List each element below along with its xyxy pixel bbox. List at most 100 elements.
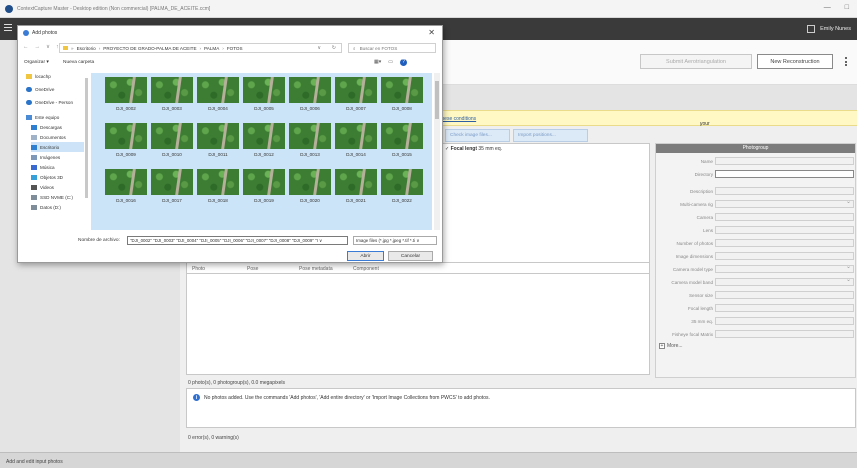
nav-item-escritorio[interactable]: Escritorio xyxy=(31,142,84,152)
organize-menu[interactable]: Organizar ▾ xyxy=(24,60,49,65)
nav-item-descargas[interactable]: Descargas xyxy=(31,122,84,132)
recent-locations-icon[interactable]: ∨ xyxy=(46,44,50,50)
folder-icon xyxy=(26,73,32,79)
close-icon[interactable]: ✕ xyxy=(428,28,435,37)
refresh-icon[interactable]: ↻ xyxy=(332,45,336,51)
menu-icon[interactable] xyxy=(4,24,12,34)
photo-thumbnail[interactable]: DJI_0016 xyxy=(105,169,147,205)
minimize-button[interactable]: — xyxy=(824,4,831,11)
breadcrumb-item[interactable]: PALMA xyxy=(204,46,219,51)
address-bar[interactable]: » Escritorio › PROYECTO DE GRADO-PALMA DE… xyxy=(59,43,342,53)
photo-thumbnail[interactable]: DJI_0009 xyxy=(105,123,147,159)
search-icon: ⌕ xyxy=(353,45,356,51)
photo-thumbnail[interactable]: DJI_0019 xyxy=(243,169,285,205)
more-toggle[interactable]: + More... xyxy=(659,343,683,349)
column-pose[interactable]: Pose xyxy=(247,266,258,272)
nav-item-imagenes[interactable]: Imágenes xyxy=(31,152,84,162)
nav-item-datos-d[interactable]: Datos (D:) xyxy=(31,202,84,212)
nav-item-label: Imágenes xyxy=(40,154,61,160)
photo-thumbnail[interactable]: DJI_0004 xyxy=(197,77,239,113)
nav-item-videos[interactable]: Videos xyxy=(31,182,84,192)
new-folder-button[interactable]: Nueva carpeta xyxy=(63,60,94,65)
music-icon xyxy=(31,164,37,170)
column-photo[interactable]: Photo xyxy=(192,266,205,272)
submit-aerotriangulation-button[interactable]: Submit Aerotriangulation xyxy=(640,54,752,69)
directory-field[interactable] xyxy=(715,170,854,178)
help-icon[interactable]: ? xyxy=(399,59,407,66)
open-button[interactable]: Abrir xyxy=(347,251,384,261)
search-placeholder: Buscar en FOTOS xyxy=(359,45,398,51)
lens-field[interactable] xyxy=(715,226,854,234)
image-dimensions-field[interactable] xyxy=(715,252,854,260)
photo-thumbnail[interactable]: DJI_0018 xyxy=(197,169,239,205)
photo-thumbnail[interactable]: DJI_0012 xyxy=(243,123,285,159)
photo-thumbnail[interactable]: DJI_0008 xyxy=(381,77,423,113)
search-input[interactable]: ⌕ Buscar en FOTOS xyxy=(348,43,436,53)
check-image-files-button[interactable]: Check image files... xyxy=(445,129,510,142)
photo-thumbnail[interactable]: DJI_0002 xyxy=(105,77,147,113)
photo-thumbnail[interactable]: DJI_0022 xyxy=(381,169,423,205)
filename-input[interactable]: "DJI_0002" "DJI_0003" "DJI_0004" "DJI_00… xyxy=(127,236,348,245)
cancel-button[interactable]: Cancelar xyxy=(388,251,433,261)
objects-3d-icon xyxy=(31,174,37,180)
column-component[interactable]: Component xyxy=(353,266,379,272)
file-list-scrollbar[interactable] xyxy=(434,73,440,230)
column-pose-metadata[interactable]: Pose metadata xyxy=(299,266,333,272)
file-type-dropdown[interactable]: Image files (*.jpg *.jpeg *.tif *.ti ∨ xyxy=(353,236,437,245)
name-field[interactable] xyxy=(715,157,854,165)
photo-thumbnail[interactable]: DJI_0020 xyxy=(289,169,331,205)
info-message: No photos added. Use the commands 'Add p… xyxy=(204,395,490,401)
nav-item-este-equipo[interactable]: Este equipo xyxy=(26,112,84,122)
preview-pane-icon[interactable]: ▭ xyxy=(388,59,393,66)
nav-item-musica[interactable]: Música xyxy=(31,162,84,172)
nav-item-objetos-3d[interactable]: Objetos 3D xyxy=(31,172,84,182)
maximize-button[interactable]: □ xyxy=(845,4,849,11)
photo-thumbnail[interactable]: DJI_0014 xyxy=(335,123,377,159)
more-options-icon[interactable] xyxy=(843,54,849,69)
camera-field[interactable] xyxy=(715,213,854,221)
nav-item-label: SSD NVME (C:) xyxy=(40,194,73,200)
nav-item-documentos[interactable]: Documentos xyxy=(31,132,84,142)
nav-item-ssd-c[interactable]: SSD NVME (C:) xyxy=(31,192,84,202)
address-dropdown-icon[interactable]: ∨ xyxy=(317,45,321,51)
pg-row-image-dimensions: Image dimensions xyxy=(656,252,855,261)
photo-thumbnail[interactable]: DJI_0015 xyxy=(381,123,423,159)
photo-thumbnail[interactable]: DJI_0017 xyxy=(151,169,193,205)
photo-preview xyxy=(197,169,239,195)
photo-thumbnail[interactable]: DJI_0007 xyxy=(335,77,377,113)
photo-thumbnail[interactable]: DJI_0003 xyxy=(151,77,193,113)
nav-pane-scrollbar[interactable] xyxy=(84,72,89,232)
nav-item-onedrive[interactable]: OneDrive xyxy=(26,84,84,94)
photo-thumbnail[interactable]: DJI_0006 xyxy=(289,77,331,113)
photo-filename: DJI_0020 xyxy=(300,198,320,203)
photo-thumbnail[interactable]: DJI_0010 xyxy=(151,123,193,159)
nav-item-onedrive-personal[interactable]: OneDrive - Person xyxy=(26,97,84,107)
forward-arrow-icon[interactable]: → xyxy=(35,44,41,50)
nav-item-label: locachp xyxy=(35,73,51,79)
camera-model-type-dropdown[interactable] xyxy=(715,263,854,273)
nav-item-locachp[interactable]: locachp xyxy=(26,71,84,81)
breadcrumb-item[interactable]: PROYECTO DE GRADO-PALMA DE ACEITE xyxy=(103,46,196,51)
multi-camera-rig-dropdown[interactable] xyxy=(715,198,854,208)
photo-thumbnail[interactable]: DJI_0013 xyxy=(289,123,331,159)
new-reconstruction-button[interactable]: New Reconstruction xyxy=(757,54,833,69)
sensor-size-field[interactable] xyxy=(715,291,854,299)
photo-thumbnail[interactable]: DJI_0011 xyxy=(197,123,239,159)
description-field[interactable] xyxy=(715,187,854,195)
dialog-titlebar: Add photos ✕ xyxy=(18,26,442,40)
breadcrumb-item[interactable]: FOTOS xyxy=(227,46,243,51)
photo-thumbnail[interactable]: DJI_0005 xyxy=(243,77,285,113)
back-arrow-icon[interactable]: ← xyxy=(23,44,29,50)
change-view-icon[interactable]: ▦▾ xyxy=(374,59,381,66)
conditions-link[interactable]: these conditions xyxy=(440,116,476,122)
import-positions-button[interactable]: Import positions... xyxy=(513,129,588,142)
focal-length-field[interactable] xyxy=(715,304,854,312)
fisheye-matrix-field[interactable] xyxy=(715,330,854,338)
user-menu[interactable]: Emily Nunes xyxy=(807,25,851,33)
photo-filename: DJI_0004 xyxy=(208,106,228,111)
photo-preview xyxy=(243,77,285,103)
focal-35mm-field[interactable] xyxy=(715,317,854,325)
breadcrumb-item[interactable]: Escritorio xyxy=(77,46,96,51)
photo-thumbnail[interactable]: DJI_0021 xyxy=(335,169,377,205)
camera-model-band-dropdown[interactable] xyxy=(715,276,854,286)
